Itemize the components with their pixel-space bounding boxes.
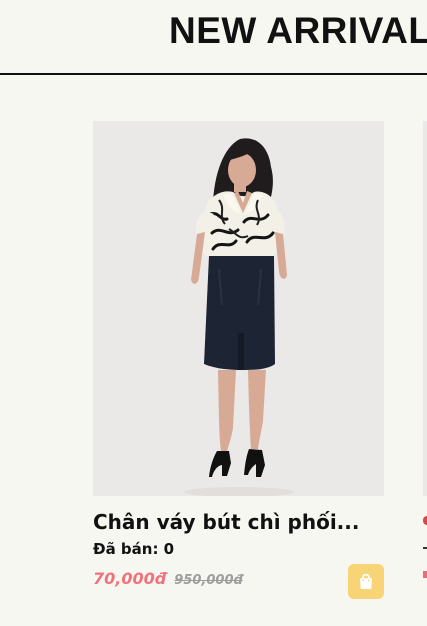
product-card[interactable]: Chân váy bút chì phối... Đã bán: 0 70,00… <box>93 121 384 611</box>
next-product-name-edge[interactable] <box>423 516 427 525</box>
product-section: NEW ARRIVAL Chân váy bút chì phối... Đã … <box>0 0 427 626</box>
title-divider <box>0 73 427 75</box>
shopping-bag-icon <box>360 573 372 589</box>
price-row: 70,000đ 950,000đ <box>93 569 243 588</box>
product-name[interactable]: Chân váy bút chì phối... <box>93 510 384 534</box>
add-to-cart-button[interactable] <box>348 564 384 599</box>
product-photo-illustration <box>93 121 384 496</box>
original-price: 950,000đ <box>174 573 243 588</box>
next-product-image-edge[interactable] <box>423 121 427 496</box>
section-title: NEW ARRIVAL <box>169 10 427 51</box>
product-image[interactable] <box>93 121 384 496</box>
next-product-sold-edge <box>423 547 427 549</box>
next-product-price-edge <box>423 571 427 578</box>
sale-price: 70,000đ <box>93 569 167 588</box>
sold-count: Đã bán: 0 <box>93 540 175 558</box>
